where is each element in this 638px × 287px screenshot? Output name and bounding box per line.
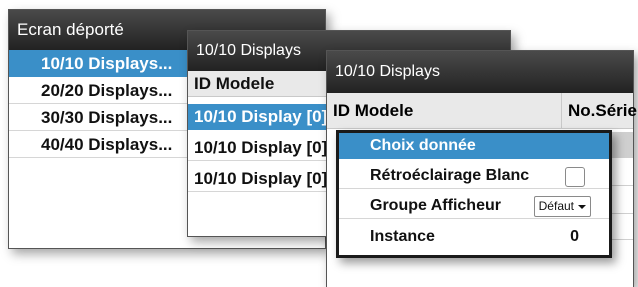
column-header-id-modele: ID Modele	[333, 101, 414, 120]
menu-item-choix-donnee[interactable]: Choix donnée	[339, 133, 609, 159]
column-header-serial: No.Série.	[561, 93, 638, 128]
chevron-down-icon	[578, 205, 586, 209]
instance-label: Instance	[370, 228, 435, 245]
display-options-popup: Choix donnée Rétroéclairage Blanc Groupe…	[336, 130, 612, 258]
menu-item-backlight[interactable]: Rétroéclairage Blanc	[339, 163, 609, 189]
backlight-checkbox[interactable]	[565, 167, 585, 187]
display-group-value: Défaut	[538, 199, 574, 213]
table-header: ID Modele No.Série.	[327, 93, 638, 129]
panel-title-displays-detail: 10/10 Displays	[327, 51, 633, 93]
instance-value: 0	[570, 228, 579, 245]
display-group-label: Groupe Afficheur	[370, 197, 501, 214]
display-group-dropdown[interactable]: Défaut	[533, 196, 591, 217]
menu-item-instance[interactable]: Instance 0	[339, 224, 609, 250]
backlight-label: Rétroéclairage Blanc	[370, 167, 530, 184]
menu-item-display-group[interactable]: Groupe Afficheur Défaut	[339, 193, 609, 219]
